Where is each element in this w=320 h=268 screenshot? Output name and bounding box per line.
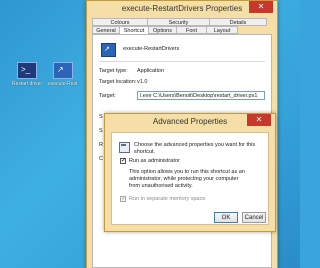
advanced-titlebar[interactable]: Advanced Properties ✕ (105, 114, 275, 130)
run-as-admin-label[interactable]: Run as administrator (129, 158, 180, 165)
target-input[interactable]: l.exe C:\Users\Benoit\Desktop\restart_dr… (137, 91, 265, 100)
advanced-intro-text: Choose the advanced properties you want … (134, 142, 256, 155)
tab-layout[interactable]: Layout (206, 26, 238, 34)
shortcut-icon: ↗ (101, 43, 116, 57)
tab-options[interactable]: Options (148, 26, 177, 34)
properties-titlebar[interactable]: execute-RestartDrivers Properties ✕ (87, 1, 277, 17)
tab-colours[interactable]: Colours (92, 18, 148, 26)
tab-general[interactable]: General (92, 26, 120, 34)
comment-label-partial: C (99, 156, 103, 162)
run-as-admin-checkbox[interactable]: ✓ (120, 158, 126, 164)
target-label: Target: (99, 93, 116, 99)
desktop-background: >_ Restart drivers ↗ execute-Restart exe… (0, 0, 300, 268)
advanced-dialog-body: Choose the advanced properties you want … (111, 132, 269, 225)
properties-close-button[interactable]: ✕ (249, 1, 273, 13)
shortcut-properties-icon (119, 142, 130, 153)
desktop-icon-execute-restart[interactable]: ↗ execute-Restart (48, 62, 78, 87)
desktop-icon-label: execute-Restart (48, 81, 78, 87)
target-type-label: Target type: (99, 68, 128, 74)
powershell-icon: >_ (17, 62, 37, 79)
target-location-value: v1.0 (137, 79, 148, 85)
run-label-partial: R (99, 142, 103, 148)
target-type-value: Application (137, 68, 164, 74)
tab-details[interactable]: Details (209, 18, 267, 26)
tab-font[interactable]: Font (176, 26, 207, 34)
tab-row-top: Colours Security Details (92, 18, 267, 26)
separate-memory-checkbox: ✓ (120, 196, 127, 202)
separate-memory-label: Run in separate memory space (129, 196, 206, 202)
shortcut-icon: ↗ (53, 62, 73, 79)
advanced-properties-dialog: Advanced Properties ✕ Choose the advance… (104, 113, 276, 232)
ok-button[interactable]: OK (214, 212, 238, 223)
desktop-icon-restart-drivers[interactable]: >_ Restart drivers (12, 62, 42, 87)
advanced-close-button[interactable]: ✕ (247, 114, 271, 126)
tab-security[interactable]: Security (147, 18, 210, 26)
shortcut-name: execute-RestartDrivers (123, 46, 180, 52)
run-as-admin-description: This option allows you to run this short… (129, 169, 245, 189)
desktop-icon-label: Restart drivers (12, 81, 42, 87)
start-in-label-partial: S (99, 114, 103, 120)
shortcut-key-label-partial: S (99, 128, 103, 134)
target-location-label: Target location: (99, 79, 137, 85)
separator (99, 61, 265, 62)
cancel-button[interactable]: Cancel (242, 212, 266, 223)
